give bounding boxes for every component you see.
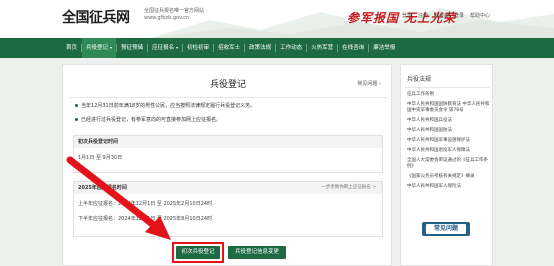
sidebar-item[interactable]: 全国人大常委会审议通过的《征兵工作条例》 xyxy=(407,158,491,170)
divider xyxy=(405,87,490,88)
faq-banner-label: 常见问题 xyxy=(426,224,466,234)
help-center-link[interactable]: 帮助中心 xyxy=(470,12,490,19)
first-half-period: 上半年应征报名：2024年12月1日 至 2025年2月10日24时 xyxy=(78,201,213,207)
chevron-down-icon: ▾ xyxy=(176,45,179,50)
sidebar-item[interactable]: 征兵工作条例 xyxy=(407,92,491,98)
sidebar-list: 征兵工作条例中华人民共和国国防教育法 中华人民共和国中央军事委员会令 第78号中… xyxy=(407,92,491,194)
nav-items: 首页 兵役登记 ▾ 预征预储 应征报名 ▾ 初检初审 招收军士 政策法规 工作动态 火热军营 在线咨询… xyxy=(62,38,399,58)
guide-link[interactable]: 一步步教你网上应征报名 > xyxy=(321,182,376,194)
second-half-period: 下半年应征报名：2024年12月1日 至 2025年8月10日24时 xyxy=(78,216,213,222)
nav-item[interactable]: 在线咨询 xyxy=(338,38,368,58)
logo-subtitle: 全国征兵报名唯一官方网站 www.gfbzb.gov.cn xyxy=(144,8,204,22)
sidebar-item[interactable]: 《国家公务员考核有关规定》摘录 xyxy=(407,174,491,180)
box-heading: 初次兵役登记时间 xyxy=(74,136,382,148)
nav-item-label: 招收军士 xyxy=(218,45,241,51)
logo-url: www.gfbzb.gov.cn xyxy=(144,15,190,21)
sidebar-item[interactable]: 中华人民共和国军人保险法 xyxy=(407,184,491,190)
nav-item[interactable]: 应征报名 ▾ xyxy=(148,38,182,58)
nav-item[interactable]: 首页 xyxy=(62,38,81,58)
notice-text: 已经进行过兵役登记，有参军意向的可直接参加网上应征报名。 xyxy=(81,117,222,123)
nav-item-label: 首页 xyxy=(66,45,78,51)
nav-item[interactable]: 廉洁举报 xyxy=(369,38,399,58)
site-header: 全国征兵网 全国征兵报名唯一官方网站 www.gfbzb.gov.cn 参军报国… xyxy=(0,0,554,38)
nav-item-label: 预征预储 xyxy=(121,45,144,51)
site-logo[interactable]: 全国征兵网 xyxy=(62,7,130,27)
nav-item[interactable]: 招收军士 xyxy=(214,38,244,58)
nav-item-label: 兵役登记 xyxy=(86,45,109,51)
nav-item-label: 应征报名 xyxy=(152,45,175,51)
change-registration-button[interactable]: 兵役登记信息变更 xyxy=(228,246,286,259)
box-body: 1月1日 至 9月30日 xyxy=(74,148,382,167)
nav-item-label: 初检初审 xyxy=(187,45,210,51)
faq-banner[interactable]: 常见问题 xyxy=(422,222,470,236)
nav-item-label: 政策法规 xyxy=(249,45,272,51)
nav-item[interactable]: 兵役登记 ▾ xyxy=(82,38,117,58)
bullet-icon xyxy=(75,118,78,121)
box-heading: 2025年应征报名时间 一步步教你网上应征报名 > xyxy=(74,182,382,194)
nav-item[interactable]: 政策法规 xyxy=(245,38,275,58)
department-login-link[interactable]: 部委部门登录 xyxy=(434,12,464,19)
sidebar-item[interactable]: 中华人民共和国兵役法 xyxy=(407,118,491,124)
nav-item-label: 火热军营 xyxy=(311,45,334,51)
first-registration-box: 初次兵役登记时间 1月1日 至 9月30日 xyxy=(73,135,383,173)
notice-item: 已经进行过兵役登记，有参军意向的可直接参加网上应征报名。 xyxy=(75,116,221,123)
logo-subtitle-line: 全国征兵报名唯一官方网站 xyxy=(144,8,205,14)
faq-link[interactable]: 常见问题 › xyxy=(357,80,381,87)
faq-link-label: 常见问题 xyxy=(357,81,378,87)
nav-item-label: 廉洁举报 xyxy=(373,45,396,51)
nav-item[interactable]: 初检初审 xyxy=(183,38,213,58)
nav-item[interactable]: 火热军营 xyxy=(307,38,337,58)
main-content: 兵役登记 常见问题 › 当年12月31日前年满18岁的男性公民，应当按照法律规定… xyxy=(62,64,392,266)
divider xyxy=(69,97,387,98)
sidebar-item[interactable]: 中华人民共和国国防法 xyxy=(407,128,491,134)
notice-text: 当年12月31日前年满18岁的男性公民，应当按照法律规定履行兵役登记义务。 xyxy=(81,103,256,109)
registration-period: 1月1日 至 9月30日 xyxy=(78,155,123,161)
sidebar-item[interactable]: 中华人民共和国退役军人保障法 xyxy=(407,148,491,154)
bullet-icon xyxy=(75,104,78,107)
nav-item-label: 工作动态 xyxy=(280,45,303,51)
nav-item[interactable]: 预征预储 xyxy=(117,38,147,58)
box-body: 上半年应征报名：2024年12月1日 至 2025年2月10日24时 下半年应征… xyxy=(74,194,382,236)
sidebar-title: 兵役法规 xyxy=(407,76,432,83)
main-nav: 首页 兵役登记 ▾ 预征预储 应征报名 ▾ 初检初审 招收军士 政策法规 工作动态 火热军营 在线咨询… xyxy=(0,38,554,58)
conscription-box: 2025年应征报名时间 一步步教你网上应征报名 > 上半年应征报名：2024年1… xyxy=(73,181,383,237)
sidebar-item[interactable]: 中华人民共和国国防教育法 中华人民共和国中央军事委员会令 第78号 xyxy=(407,102,491,114)
page-title: 兵役登记 xyxy=(209,80,246,90)
nav-item[interactable]: 工作动态 xyxy=(276,38,306,58)
login-link[interactable]: 登录 xyxy=(402,12,412,19)
first-registration-button[interactable]: 初次兵役登记 xyxy=(176,246,220,259)
box-heading-text: 2025年应征报名时间 xyxy=(78,185,127,191)
register-link[interactable]: 注册 xyxy=(418,12,428,19)
nav-item-label: 在线咨询 xyxy=(342,45,365,51)
notice-item: 当年12月31日前年满18岁的男性公民，应当按照法律规定履行兵役登记义务。 xyxy=(75,102,255,109)
sidebar-item[interactable]: 中华人民共和国军事设施保护法 xyxy=(407,138,491,144)
chevron-down-icon: ▾ xyxy=(110,45,113,50)
top-links: 登录 注册 部委部门登录 帮助中心 xyxy=(402,12,490,19)
